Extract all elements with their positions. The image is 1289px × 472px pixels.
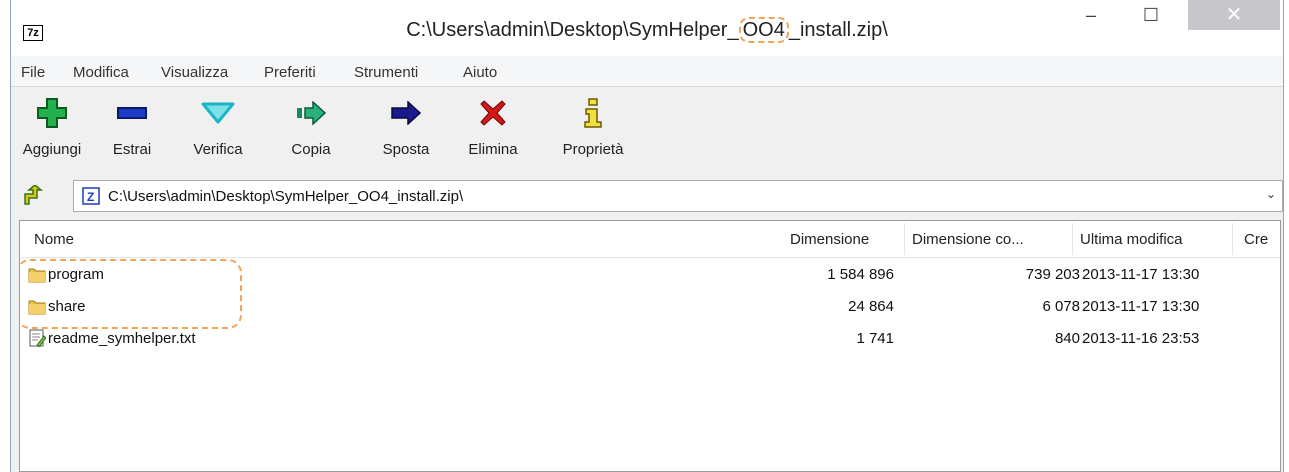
- svg-text:Z: Z: [87, 190, 94, 204]
- plus-icon: [19, 95, 85, 131]
- test-button[interactable]: Verifica: [183, 95, 253, 165]
- file-list[interactable]: Nome Dimensione Dimensione co... Ultima …: [19, 220, 1281, 472]
- close-button[interactable]: ✕: [1188, 0, 1280, 30]
- annotation-highlight: [20, 259, 242, 329]
- menu-visualizza[interactable]: Visualizza: [161, 64, 228, 81]
- title-suffix: _install.zip\: [788, 19, 888, 41]
- text-file-icon: [28, 329, 47, 348]
- column-header-name[interactable]: Nome: [34, 231, 74, 248]
- zip-archive-icon: Z: [82, 187, 100, 205]
- maximize-button[interactable]: ☐: [1131, 0, 1171, 30]
- up-folder-icon[interactable]: [23, 184, 45, 205]
- column-header-packed-size[interactable]: Dimensione co...: [912, 231, 1024, 248]
- address-bar: Z C:\Users\admin\Desktop\SymHelper_OO4_i…: [11, 177, 1283, 215]
- chevron-down-icon[interactable]: ⌄: [1266, 187, 1276, 201]
- move-arrow-icon: [373, 95, 439, 131]
- archive-window: 7z C:\Users\admin\Desktop\SymHelper_ OO4 _…: [10, 0, 1284, 472]
- column-separator: [904, 223, 905, 255]
- info-button[interactable]: Proprietà: [551, 95, 635, 165]
- address-combobox[interactable]: Z C:\Users\admin\Desktop\SymHelper_OO4_i…: [73, 180, 1283, 212]
- extract-button[interactable]: Estrai: [107, 95, 157, 165]
- column-separator: [1232, 223, 1233, 255]
- title-bar[interactable]: 7z C:\Users\admin\Desktop\SymHelper_ OO4 _…: [11, 0, 1283, 56]
- toolbar: Aggiungi Estrai Verifica Copia Sposta El…: [11, 87, 1283, 173]
- move-button[interactable]: Sposta: [373, 95, 439, 165]
- delete-x-icon: [457, 95, 529, 131]
- column-separator: [1072, 223, 1073, 255]
- copy-button[interactable]: Copia: [281, 95, 341, 165]
- delete-button[interactable]: Elimina: [457, 95, 529, 165]
- minimize-button[interactable]: ‒: [1071, 0, 1111, 30]
- info-i-icon: [551, 95, 635, 131]
- menu-preferiti[interactable]: Preferiti: [264, 64, 316, 81]
- copy-arrow-icon: [281, 95, 341, 131]
- column-header-modified[interactable]: Ultima modifica: [1080, 231, 1183, 248]
- menu-modifica[interactable]: Modifica: [73, 64, 129, 81]
- menu-aiuto[interactable]: Aiuto: [463, 64, 497, 81]
- add-button[interactable]: Aggiungi: [19, 95, 85, 165]
- minus-icon: [107, 95, 157, 131]
- menu-file[interactable]: File: [21, 64, 45, 81]
- title-highlight: OO4: [738, 17, 789, 43]
- address-path[interactable]: C:\Users\admin\Desktop\SymHelper_OO4_ins…: [108, 188, 463, 205]
- menu-strumenti[interactable]: Strumenti: [354, 64, 418, 81]
- title-prefix: C:\Users\admin\Desktop\SymHelper_: [406, 19, 739, 41]
- check-chevron-icon: [183, 95, 253, 131]
- list-header: Nome Dimensione Dimensione co... Ultima …: [20, 221, 1280, 258]
- column-header-created[interactable]: Cre: [1244, 231, 1268, 248]
- column-header-size[interactable]: Dimensione: [790, 231, 869, 248]
- menu-bar: File Modifica Visualizza Preferiti Strum…: [11, 56, 1283, 87]
